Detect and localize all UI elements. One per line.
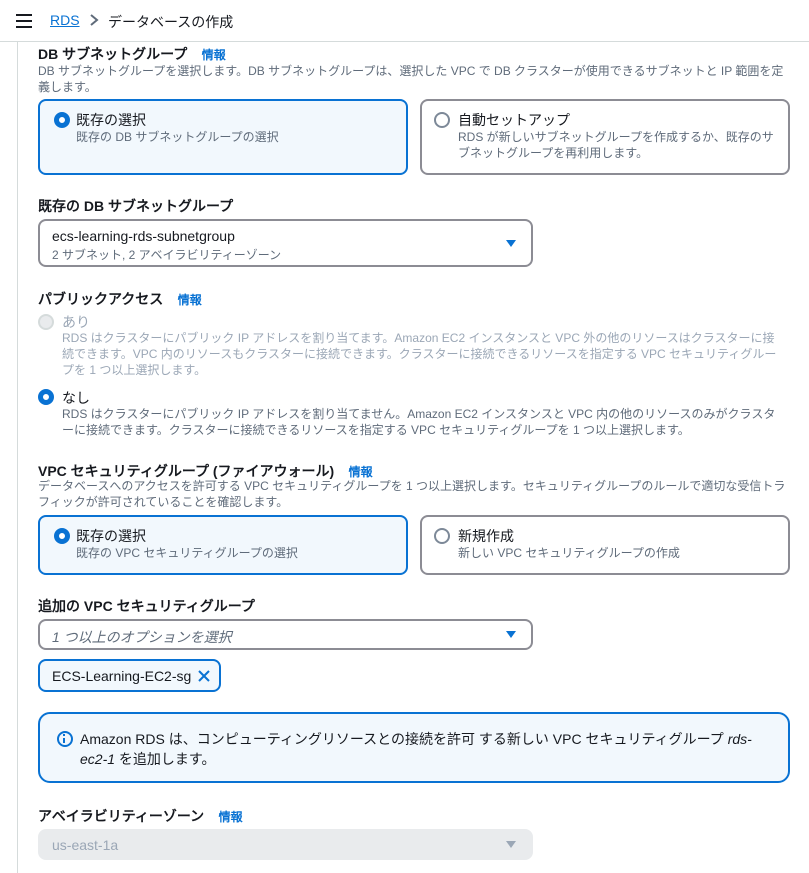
sg-token-label: ECS-Learning-EC2-sg [52, 668, 192, 684]
vpc-sg-description: データベースへのアクセスを許可する VPC セキュリティグループを 1 つ以上選… [38, 479, 786, 509]
public-access-title: パブリックアクセス [38, 291, 164, 307]
additional-sg-multiselect[interactable]: 1 つ以上のオプションを選択 [38, 619, 533, 650]
chevron-right-icon [90, 14, 99, 26]
vpc-sg-option-existing-desc: 既存の VPC セキュリティグループの選択 [76, 546, 298, 560]
db-subnet-group-description: DB サブネットグループを選択します。DB サブネットグループは、選択した VP… [38, 64, 784, 94]
info-alert: Amazon RDS は、コンピューティングリソースとの接続を許可 する新しい … [38, 712, 790, 783]
subnet-group-value: ecs-learning-rds-subnetgroup [52, 228, 235, 244]
vpc-sg-title: VPC セキュリティグループ (ファイアウォール) [38, 463, 335, 479]
radio-existing-subnet[interactable] [54, 112, 70, 128]
vpc-sg-option-existing-title: 既存の選択 [76, 528, 146, 544]
caret-down-icon [506, 631, 516, 638]
radio-public-no[interactable] [38, 389, 54, 405]
additional-sg-label: 追加の VPC セキュリティグループ [38, 598, 255, 614]
close-icon[interactable] [196, 668, 212, 684]
existing-subnet-group-select[interactable]: ecs-learning-rds-subnetgroup 2 サブネット, 2 … [38, 219, 533, 267]
radio-new-sg[interactable] [434, 528, 450, 544]
public-yes-desc: RDS はクラスターにパブリック IP アドレスを割り当てます。Amazon E… [62, 331, 777, 377]
vpc-sg-option-existing[interactable]: 既存の選択 既存の VPC セキュリティグループの選択 [38, 515, 408, 575]
hamburger-icon[interactable] [16, 14, 32, 28]
sg-token: ECS-Learning-EC2-sg [38, 659, 221, 692]
db-subnet-group-header: DB サブネットグループ 情報 [38, 44, 226, 64]
info-alert-sg-name-2: ec2-1 [80, 751, 116, 767]
public-yes-title: あり [62, 314, 90, 330]
az-info-link[interactable]: 情報 [219, 810, 243, 824]
caret-down-icon [506, 841, 516, 848]
info-alert-sg-name-1: rds- [727, 731, 752, 747]
vpc-sg-info-link[interactable]: 情報 [349, 465, 373, 479]
info-alert-text: Amazon RDS は、コンピューティングリソースとの接続を許可 する新しい … [80, 729, 770, 769]
radio-existing-sg[interactable] [54, 528, 70, 544]
subnet-option-existing-title: 既存の選択 [76, 112, 146, 128]
az-header: アベイラビリティーゾーン 情報 [38, 806, 243, 826]
left-divider [17, 42, 18, 873]
subnet-option-auto-title: 自動セットアップ [458, 112, 570, 128]
public-access-info-link[interactable]: 情報 [178, 293, 202, 307]
breadcrumb-current: データベースの作成 [108, 14, 234, 30]
public-access-header: パブリックアクセス 情報 [38, 289, 202, 309]
az-value: us-east-1a [52, 837, 119, 853]
vpc-sg-option-new-title: 新規作成 [458, 528, 514, 544]
additional-sg-placeholder: 1 つ以上のオプションを選択 [52, 629, 232, 645]
subnet-option-auto[interactable]: 自動セットアップ RDS が新しいサブネットグループを作成するか、既存のサブネッ… [420, 99, 790, 175]
subnet-group-sub: 2 サブネット, 2 アベイラビリティーゾーン [52, 248, 282, 262]
subnet-option-existing[interactable]: 既存の選択 既存の DB サブネットグループの選択 [38, 99, 408, 175]
top-navigation-bar: RDS データベースの作成 [0, 0, 809, 42]
radio-public-yes[interactable] [38, 314, 54, 330]
public-no-desc: RDS はクラスターにパブリック IP アドレスを割り当てません。Amazon … [62, 407, 776, 437]
info-alert-tail: を追加します。 [115, 751, 216, 767]
breadcrumb-rds-link[interactable]: RDS [50, 12, 80, 28]
public-no-title: なし [62, 390, 90, 406]
db-subnet-group-title: DB サブネットグループ [38, 46, 188, 62]
db-subnet-group-info-link[interactable]: 情報 [202, 48, 226, 62]
radio-auto-subnet[interactable] [434, 112, 450, 128]
subnet-option-existing-desc: 既存の DB サブネットグループの選択 [76, 130, 279, 144]
vpc-sg-option-new[interactable]: 新規作成 新しい VPC セキュリティグループの作成 [420, 515, 790, 575]
info-alert-main: Amazon RDS は、コンピューティングリソースとの接続を許可 する新しい … [80, 731, 728, 747]
caret-down-icon [506, 240, 516, 247]
vpc-sg-option-new-desc: 新しい VPC セキュリティグループの作成 [458, 546, 680, 560]
az-select: us-east-1a [38, 829, 533, 860]
existing-subnet-group-label: 既存の DB サブネットグループ [38, 198, 234, 214]
info-circle-icon [57, 731, 73, 747]
az-title: アベイラビリティーゾーン [38, 808, 205, 824]
subnet-option-auto-desc: RDS が新しいサブネットグループを作成するか、既存のサブネットグループを再利用… [458, 130, 774, 160]
